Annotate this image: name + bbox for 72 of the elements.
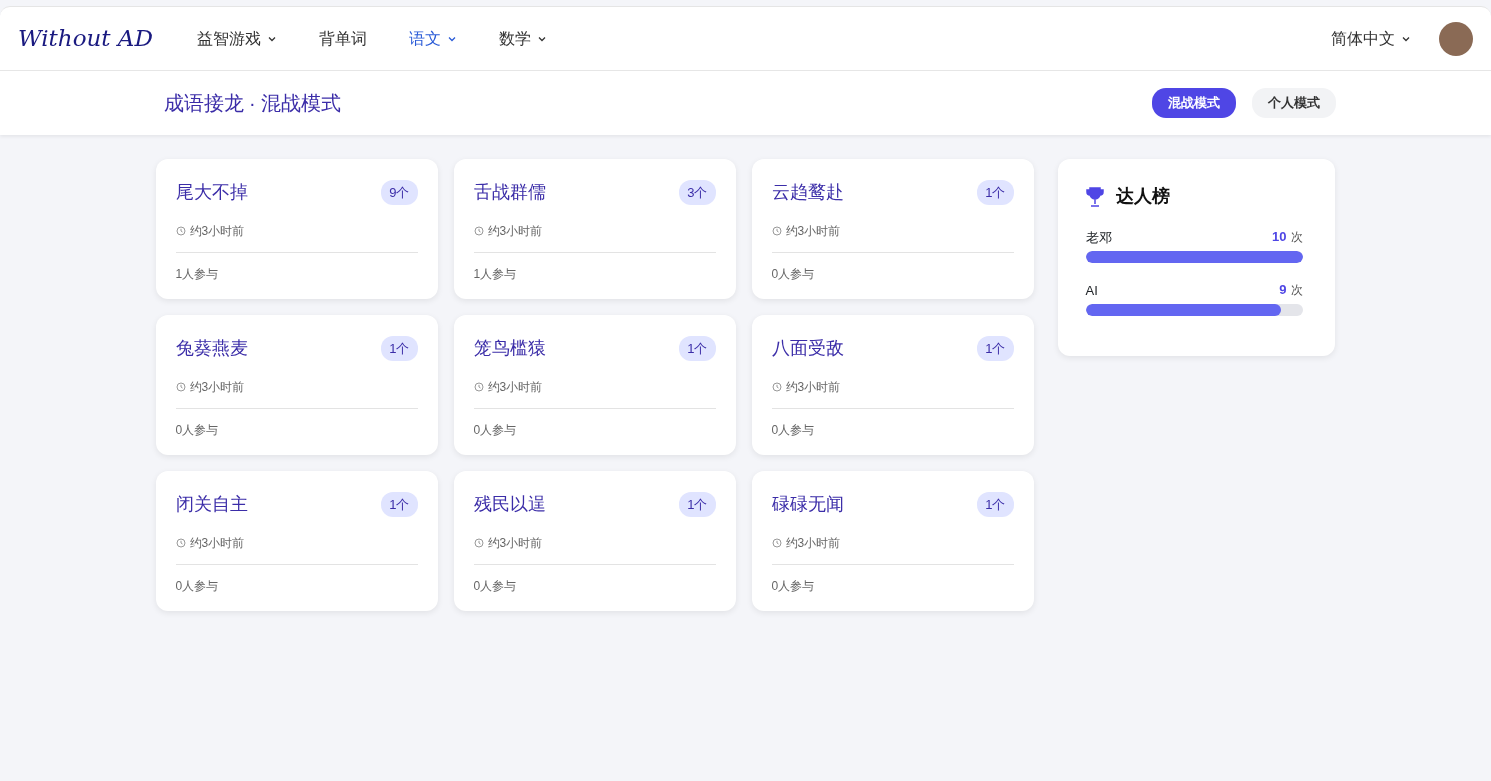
game-card[interactable]: 闭关自主 1个 约3小时前 0人参与 bbox=[155, 471, 438, 611]
game-card[interactable]: 笼鸟槛猿 1个 约3小时前 0人参与 bbox=[453, 315, 736, 455]
nav-menu-item[interactable]: 语文 bbox=[394, 26, 471, 51]
participants-text: 0人参与 bbox=[473, 578, 518, 595]
participants-text: 0人参与 bbox=[175, 422, 220, 439]
clock-icon bbox=[175, 226, 186, 236]
leaderboard-title: 达人榜 bbox=[1115, 185, 1170, 208]
participants-text: 0人参与 bbox=[771, 266, 816, 283]
time-text: 约3小时前 bbox=[785, 223, 841, 240]
nav-menu-item[interactable]: 背单词 bbox=[304, 26, 381, 51]
game-card[interactable]: 舌战群儒 3个 约3小时前 1人参与 bbox=[453, 159, 736, 299]
game-card[interactable]: 残民以逞 1个 约3小时前 0人参与 bbox=[453, 471, 736, 611]
count-badge: 1个 bbox=[381, 491, 418, 518]
clock-icon bbox=[473, 382, 484, 392]
idiom-title: 八面受敌 bbox=[771, 337, 844, 360]
time-text: 约3小时前 bbox=[189, 535, 245, 552]
idiom-title: 笼鸟槛猿 bbox=[473, 337, 546, 360]
nav-menu-item[interactable]: 数学 bbox=[484, 26, 561, 51]
clock-icon bbox=[771, 538, 782, 548]
time-text: 约3小时前 bbox=[487, 379, 543, 396]
game-card[interactable]: 云趋鹜赴 1个 约3小时前 0人参与 bbox=[751, 159, 1034, 299]
logo[interactable]: Without AD bbox=[18, 21, 153, 56]
game-card[interactable]: 尾大不掉 9个 约3小时前 1人参与 bbox=[155, 159, 438, 299]
count-badge: 1个 bbox=[679, 335, 716, 362]
participants-text: 0人参与 bbox=[175, 578, 220, 595]
mode-tab[interactable]: 混战模式 bbox=[1151, 88, 1236, 118]
participants-text: 0人参与 bbox=[473, 422, 518, 439]
count-badge: 3个 bbox=[679, 179, 716, 206]
idiom-title: 尾大不掉 bbox=[175, 181, 248, 204]
player-name: AI bbox=[1085, 281, 1098, 300]
game-card[interactable]: 碌碌无闻 1个 约3小时前 0人参与 bbox=[751, 471, 1034, 611]
idiom-title: 云趋鹜赴 bbox=[771, 181, 844, 204]
idiom-title: 兔葵燕麦 bbox=[175, 337, 248, 360]
time-text: 约3小时前 bbox=[487, 535, 543, 552]
language-dropdown[interactable]: 简体中文 bbox=[1317, 26, 1425, 51]
participants-text: 1人参与 bbox=[473, 266, 518, 283]
count-badge: 1个 bbox=[679, 491, 716, 518]
idiom-title: 闭关自主 bbox=[175, 493, 248, 516]
time-text: 约3小时前 bbox=[189, 379, 245, 396]
game-card[interactable]: 兔葵燕麦 1个 约3小时前 0人参与 bbox=[155, 315, 438, 455]
player-name: 老邓 bbox=[1085, 228, 1112, 247]
count-badge: 9个 bbox=[381, 179, 418, 206]
time-text: 约3小时前 bbox=[189, 223, 245, 240]
idiom-title: 残民以逞 bbox=[473, 493, 546, 516]
participants-text: 0人参与 bbox=[771, 422, 816, 439]
score-count: 10 bbox=[1272, 229, 1287, 244]
participants-text: 0人参与 bbox=[771, 578, 816, 595]
nav-menu-item[interactable]: 益智游戏 bbox=[182, 26, 291, 51]
clock-icon bbox=[175, 382, 186, 392]
score-count: 9 bbox=[1279, 282, 1287, 297]
clock-icon bbox=[771, 226, 782, 236]
trophy-icon bbox=[1085, 186, 1104, 207]
participants-text: 1人参与 bbox=[175, 266, 220, 283]
avatar[interactable] bbox=[1439, 21, 1473, 56]
count-badge: 1个 bbox=[381, 335, 418, 362]
clock-icon bbox=[473, 226, 484, 236]
page-title: 成语接龙 · 混战模式 bbox=[162, 91, 342, 116]
idiom-title: 舌战群儒 bbox=[473, 181, 546, 204]
time-text: 约3小时前 bbox=[785, 379, 841, 396]
mode-tab[interactable]: 个人模式 bbox=[1251, 88, 1336, 118]
clock-icon bbox=[473, 538, 484, 548]
count-badge: 1个 bbox=[977, 491, 1014, 518]
clock-icon bbox=[771, 382, 782, 392]
game-card[interactable]: 八面受敌 1个 约3小时前 0人参与 bbox=[751, 315, 1034, 455]
count-badge: 1个 bbox=[977, 335, 1014, 362]
score-unit: 次 bbox=[1290, 230, 1303, 244]
idiom-title: 碌碌无闻 bbox=[771, 493, 844, 516]
time-text: 约3小时前 bbox=[785, 535, 841, 552]
count-badge: 1个 bbox=[977, 179, 1014, 206]
time-text: 约3小时前 bbox=[487, 223, 543, 240]
score-unit: 次 bbox=[1290, 283, 1303, 297]
clock-icon bbox=[175, 538, 186, 548]
